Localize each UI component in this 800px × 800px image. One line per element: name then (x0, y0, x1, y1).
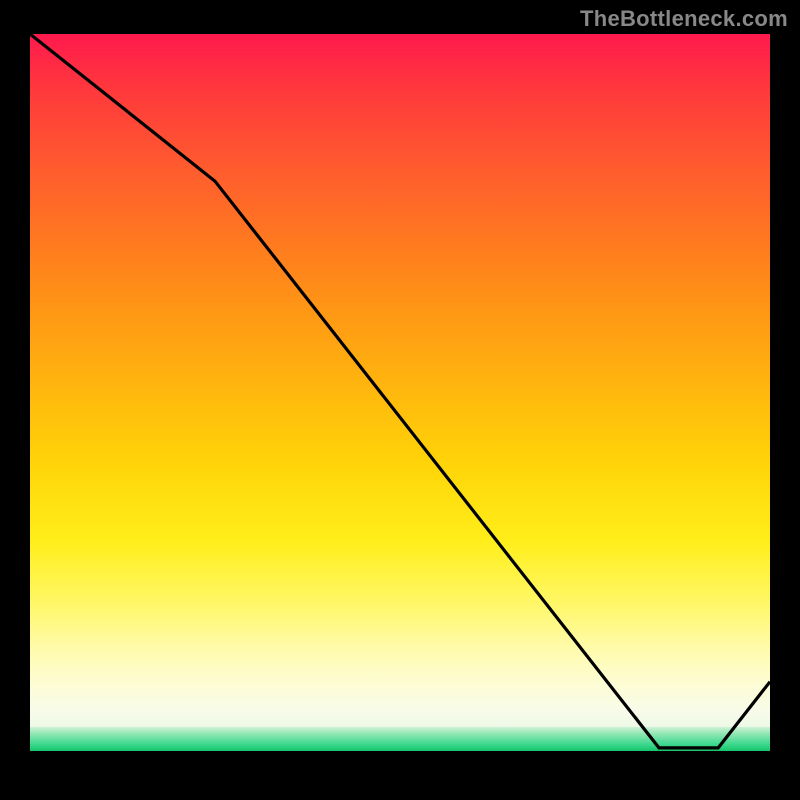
bottleneck-curve-path (30, 34, 770, 748)
bottleneck-curve-svg (30, 34, 770, 770)
plot-area (30, 34, 770, 770)
chart-root: TheBottleneck.com (0, 0, 800, 800)
attribution-label: TheBottleneck.com (580, 6, 788, 32)
plot-frame (30, 34, 770, 770)
